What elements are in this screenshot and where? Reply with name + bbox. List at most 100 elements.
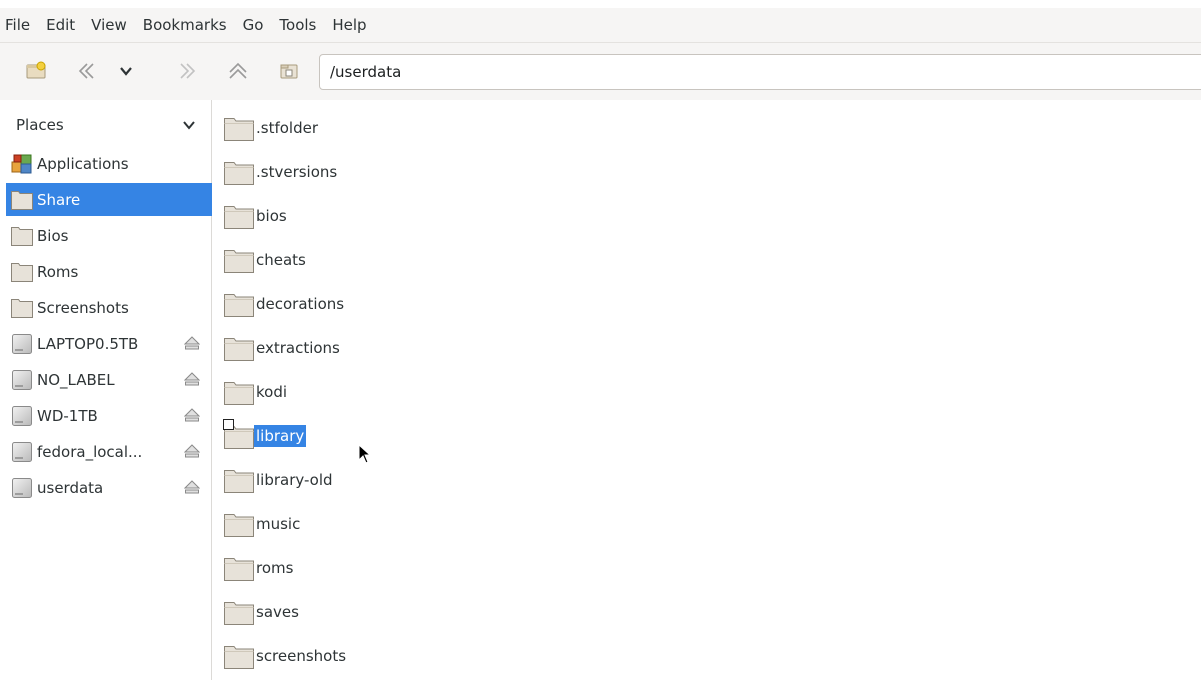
- file-name: library-old: [256, 471, 333, 489]
- places-label: Places: [16, 116, 64, 134]
- drive-icon: [12, 369, 32, 390]
- file-item[interactable]: .stversions: [223, 156, 339, 188]
- sidebar-item-fedora-local[interactable]: fedora_local...: [6, 435, 212, 468]
- folder-icon: [224, 206, 254, 229]
- sidebar-item-icon: [10, 368, 34, 392]
- folder-icon: [224, 470, 254, 493]
- sidebar-item-icon: [10, 260, 34, 284]
- folder-icon-wrap: [223, 158, 255, 186]
- menu-help[interactable]: Help: [324, 8, 374, 42]
- sidebar-item-roms[interactable]: Roms: [6, 255, 212, 288]
- folder-icon-wrap: [223, 114, 255, 142]
- home-button[interactable]: [275, 57, 303, 85]
- history-dropdown-button[interactable]: [112, 57, 140, 85]
- sidebar-item-label: Screenshots: [37, 298, 129, 317]
- forward-icon: [180, 63, 196, 79]
- drive-icon: [12, 477, 32, 498]
- folder-icon: [224, 514, 254, 537]
- file-item[interactable]: screenshots: [223, 640, 348, 672]
- symlink-icon: [223, 419, 234, 430]
- folder-icon: [224, 338, 254, 361]
- file-name: roms: [256, 559, 294, 577]
- sidebar-item-share[interactable]: Share: [6, 183, 212, 216]
- up-button[interactable]: [224, 57, 252, 85]
- folder-icon: [11, 298, 33, 318]
- file-item[interactable]: library: [223, 419, 307, 452]
- file-name: saves: [256, 603, 299, 621]
- file-item[interactable]: decorations: [223, 288, 346, 320]
- menu-tools[interactable]: Tools: [271, 8, 324, 42]
- back-button[interactable]: [73, 57, 101, 85]
- file-item[interactable]: extractions: [223, 332, 342, 364]
- places-header[interactable]: Places: [0, 110, 212, 140]
- file-name: extractions: [256, 339, 340, 357]
- file-item[interactable]: library-old: [223, 464, 335, 496]
- file-item[interactable]: saves: [223, 596, 301, 628]
- back-icon: [78, 63, 94, 79]
- folder-icon: [224, 382, 254, 405]
- menu-file[interactable]: File: [3, 8, 38, 42]
- file-item[interactable]: music: [223, 508, 302, 540]
- file-name: decorations: [256, 295, 345, 313]
- up-icon: [229, 62, 247, 79]
- sidebar-item-screenshots[interactable]: Screenshots: [6, 291, 212, 324]
- folder-icon-wrap: [223, 419, 255, 450]
- folder-icon: [224, 646, 254, 669]
- sidebar-item-label: fedora_local...: [37, 442, 143, 461]
- folder-icon-wrap: [223, 554, 255, 582]
- folder-icon-wrap: [223, 246, 255, 274]
- sidebar-item-applications[interactable]: Applications: [6, 147, 212, 180]
- applications-icon: [11, 154, 32, 173]
- sidebar-item-icon: [10, 404, 34, 428]
- sidebar: Places Applications Share Bios Roms Screensh…: [0, 100, 212, 680]
- folder-icon-wrap: [223, 378, 255, 406]
- sidebar-item-label: Applications: [37, 154, 129, 173]
- menu-go[interactable]: Go: [235, 8, 272, 42]
- menu-edit[interactable]: Edit: [38, 8, 83, 42]
- menu-view[interactable]: View: [83, 8, 135, 42]
- sidebar-item-icon: [10, 440, 34, 464]
- folder-icon: [224, 602, 254, 625]
- sidebar-item-icon: [10, 188, 34, 212]
- sidebar-item-icon: [10, 152, 34, 176]
- sidebar-item-laptop0-5tb[interactable]: LAPTOP0.5TB: [6, 327, 212, 360]
- folder-icon: [224, 558, 254, 581]
- eject-icon[interactable]: [184, 408, 200, 422]
- new-window-button[interactable]: [22, 57, 50, 85]
- sidebar-item-icon: [10, 224, 34, 248]
- eject-icon[interactable]: [184, 372, 200, 386]
- sidebar-item-wd-1tb[interactable]: WD-1TB: [6, 399, 212, 432]
- sidebar-item-label: Roms: [37, 262, 79, 281]
- folder-icon: [11, 226, 33, 246]
- folder-icon: [11, 262, 33, 282]
- file-item[interactable]: .stfolder: [223, 112, 320, 144]
- menu-bookmarks[interactable]: Bookmarks: [135, 8, 235, 42]
- file-name: music: [256, 515, 301, 533]
- sidebar-item-no-label[interactable]: NO_LABEL: [6, 363, 212, 396]
- sidebar-item-icon: [10, 296, 34, 320]
- eject-icon[interactable]: [184, 336, 200, 350]
- sidebar-item-icon: [10, 332, 34, 356]
- eject-icon[interactable]: [184, 480, 200, 494]
- file-name: bios: [256, 207, 287, 225]
- file-name: .stfolder: [256, 119, 319, 137]
- sidebar-item-icon: [10, 476, 34, 500]
- folder-icon-wrap: [223, 510, 255, 538]
- drive-icon: [12, 333, 32, 354]
- file-item[interactable]: roms: [223, 552, 295, 584]
- forward-button[interactable]: [173, 57, 201, 85]
- folder-icon-wrap: [223, 466, 255, 494]
- mouse-pointer-icon: [358, 444, 372, 464]
- home-icon: [280, 64, 298, 79]
- folder-icon: [224, 118, 254, 141]
- sidebar-item-userdata[interactable]: userdata: [6, 471, 212, 504]
- file-item[interactable]: kodi: [223, 376, 289, 408]
- sidebar-item-bios[interactable]: Bios: [6, 219, 212, 252]
- eject-icon[interactable]: [184, 444, 200, 458]
- folder-icon-wrap: [223, 202, 255, 230]
- file-item[interactable]: bios: [223, 200, 289, 232]
- folder-icon-wrap: [223, 642, 255, 670]
- file-item[interactable]: cheats: [223, 244, 308, 276]
- location-input[interactable]: /userdata: [319, 54, 1201, 90]
- sidebar-item-label: NO_LABEL: [37, 370, 115, 389]
